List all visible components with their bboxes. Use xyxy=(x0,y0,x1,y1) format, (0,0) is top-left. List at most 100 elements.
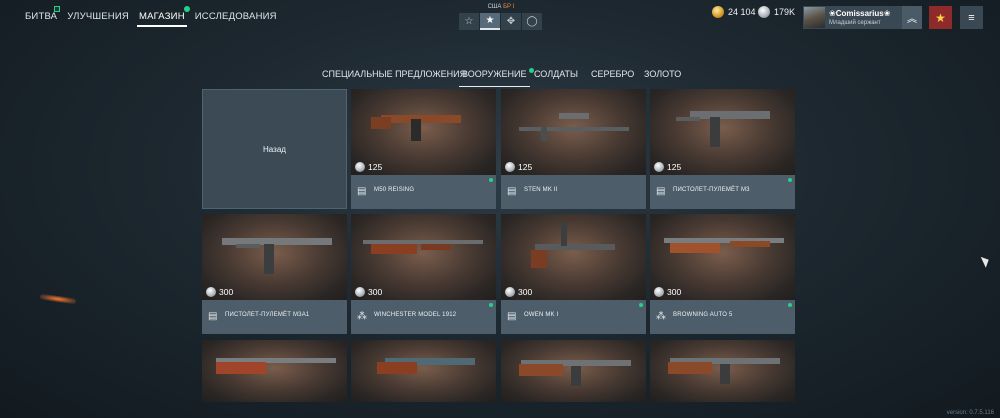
nav-tab-shop[interactable]: МАГАЗИН xyxy=(134,0,190,32)
new-item-dot xyxy=(489,303,493,307)
new-item-dot xyxy=(639,303,643,307)
silver-coin-icon xyxy=(505,162,515,172)
nav-tab-label: ИССЛЕДОВАНИЯ xyxy=(194,11,277,22)
price-value: 300 xyxy=(368,287,383,297)
new-item-dot xyxy=(489,178,493,182)
weapon-card[interactable] xyxy=(650,340,795,402)
rank-chevron-icon: ︽ xyxy=(902,6,922,29)
weapon-silhouette xyxy=(519,360,631,386)
nav-tab-label: УЛУЧШЕНИЯ xyxy=(67,11,129,22)
shop-tab-gold[interactable]: ЗОЛОТО xyxy=(644,64,681,84)
shop-tab-silver[interactable]: СЕРЕБРО xyxy=(591,64,634,84)
weapon-card[interactable]: 125 ▤ M50 REISING xyxy=(351,89,496,209)
weapon-image xyxy=(202,340,347,402)
silver-coin-icon xyxy=(355,287,365,297)
price-value: 125 xyxy=(518,162,533,172)
shop-tab-weapons[interactable]: ВООРУЖЕНИЕ xyxy=(459,64,534,87)
weapon-price: 300 xyxy=(206,287,233,297)
weapon-card[interactable] xyxy=(501,340,646,402)
back-button[interactable]: Назад xyxy=(202,89,347,209)
weapon-image: 125 xyxy=(501,89,646,175)
notification-dot xyxy=(528,68,534,73)
silver-balance[interactable]: 179K xyxy=(758,4,795,20)
weapon-name: ПИСТОЛЕТ-ПУЛЕМЁТ M3A1 xyxy=(225,312,310,318)
weapon-price: 300 xyxy=(355,287,382,297)
weapon-image: 300 xyxy=(650,214,795,300)
silver-amount: 179K xyxy=(774,7,796,17)
weapon-card[interactable]: 300 ⁂ WINCHESTER MODEL 1912 xyxy=(351,214,496,334)
br-label: БР I xyxy=(503,4,515,10)
weapon-image: 125 xyxy=(351,89,496,175)
weapon-image xyxy=(501,340,646,402)
weapon-info-bar: ⁂ BROWNING AUTO 5 xyxy=(650,300,795,334)
weapon-card[interactable]: 125 ▤ ПИСТОЛЕТ-ПУЛЕМЁТ M3 xyxy=(650,89,795,209)
weapon-info-bar: ▤ ПИСТОЛЕТ-ПУЛЕМЁТ M3A1 xyxy=(202,300,347,334)
weapon-image xyxy=(351,340,496,402)
medal-icon[interactable]: ★ xyxy=(929,6,952,29)
star-filled-icon[interactable]: ★ xyxy=(480,13,500,30)
weapon-image: 300 xyxy=(202,214,347,300)
menu-icon[interactable]: ≡ xyxy=(960,6,983,29)
weapon-card[interactable]: 300 ▤ ПИСТОЛЕТ-ПУЛЕМЁТ M3A1 xyxy=(202,214,347,334)
crosshair-icon[interactable]: ✥ xyxy=(501,13,521,30)
weapon-price: 300 xyxy=(505,287,532,297)
shop-tabs: СПЕЦИАЛЬНЫЕ ПРЕДЛОЖЕНИЯ ВООРУЖЕНИЕ СОЛДА… xyxy=(0,64,1000,87)
notification-badge xyxy=(54,6,61,12)
weapon-info-bar: ▤ M50 REISING xyxy=(351,175,496,209)
weapon-info-bar: ▤ OWEN MK I xyxy=(501,300,646,334)
magazine-icon: ▤ xyxy=(656,186,666,197)
avatar xyxy=(804,7,825,28)
gold-coin-icon xyxy=(712,6,724,18)
magazine-icon: ▤ xyxy=(357,186,367,197)
nav-tab-upgrades[interactable]: УЛУЧШЕНИЯ xyxy=(62,0,134,32)
weapon-price: 300 xyxy=(654,287,681,297)
main-nav: БИТВА УЛУЧШЕНИЯ МАГАЗИН ИССЛЕДОВАНИЯ xyxy=(0,0,282,32)
weapon-name: OWEN MK I xyxy=(524,312,559,318)
silver-coin-icon xyxy=(355,162,365,172)
weapon-image: 300 xyxy=(501,214,646,300)
weapon-card[interactable]: 300 ▤ OWEN MK I xyxy=(501,214,646,334)
nav-tab-battle[interactable]: БИТВА xyxy=(20,0,62,32)
mouse-cursor-icon xyxy=(980,254,992,268)
new-item-dot xyxy=(788,303,792,307)
gold-amount: 24 104 xyxy=(728,7,756,17)
price-value: 125 xyxy=(667,162,682,172)
weapon-price: 125 xyxy=(355,162,382,172)
shop-tab-special-offers[interactable]: СПЕЦИАЛЬНЫЕ ПРЕДЛОЖЕНИЯ xyxy=(322,64,466,84)
nav-tab-research[interactable]: ИССЛЕДОВАНИЯ xyxy=(190,0,282,32)
weapon-name: STEN MK II xyxy=(524,187,558,193)
version-label: version: 0.7.5.116 xyxy=(946,410,994,416)
nation-label: США xyxy=(487,4,504,10)
weapon-card[interactable] xyxy=(202,340,347,402)
nav-tab-label: МАГАЗИН xyxy=(138,11,185,22)
weapon-info-bar: ▤ ПИСТОЛЕТ-ПУЛЕМЁТ M3 xyxy=(650,175,795,209)
weapon-card[interactable]: 125 ▤ STEN MK II xyxy=(501,89,646,209)
weapon-card[interactable] xyxy=(351,340,496,402)
weapon-image xyxy=(650,340,795,402)
magazine-icon: ▤ xyxy=(507,186,517,197)
new-item-dot xyxy=(788,178,792,182)
weapon-image: 125 xyxy=(650,89,795,175)
weapon-silhouette xyxy=(216,358,336,374)
weapon-price: 125 xyxy=(505,162,532,172)
player-rank: Младший сержант xyxy=(829,19,881,26)
player-name: ❀Comissarius❀ xyxy=(829,8,891,18)
weapon-name: ПИСТОЛЕТ-ПУЛЕМЁТ M3 xyxy=(673,187,750,193)
weapon-info-bar: ⁂ WINCHESTER MODEL 1912 xyxy=(351,300,496,334)
price-value: 300 xyxy=(518,287,533,297)
price-value: 125 xyxy=(368,162,383,172)
price-value: 300 xyxy=(667,287,682,297)
profile-panel[interactable]: ❀Comissarius❀ Младший сержант ︽ xyxy=(803,6,922,29)
weapon-card[interactable]: 300 ⁂ BROWNING AUTO 5 xyxy=(650,214,795,334)
circle-icon[interactable]: ◯ xyxy=(522,13,542,30)
weapon-name: BROWNING AUTO 5 xyxy=(673,312,733,318)
gold-balance[interactable]: 24 104 xyxy=(712,4,756,20)
silver-coin-icon xyxy=(505,287,515,297)
weapon-silhouette xyxy=(377,358,475,374)
shotgun-shell-icon: ⁂ xyxy=(357,311,367,322)
silver-coin-icon xyxy=(206,287,216,297)
star-outline-icon[interactable]: ☆ xyxy=(459,13,479,30)
shop-tab-soldiers[interactable]: СОЛДАТЫ xyxy=(534,64,578,84)
silver-coin-icon xyxy=(654,162,664,172)
weapon-silhouette xyxy=(668,358,780,384)
